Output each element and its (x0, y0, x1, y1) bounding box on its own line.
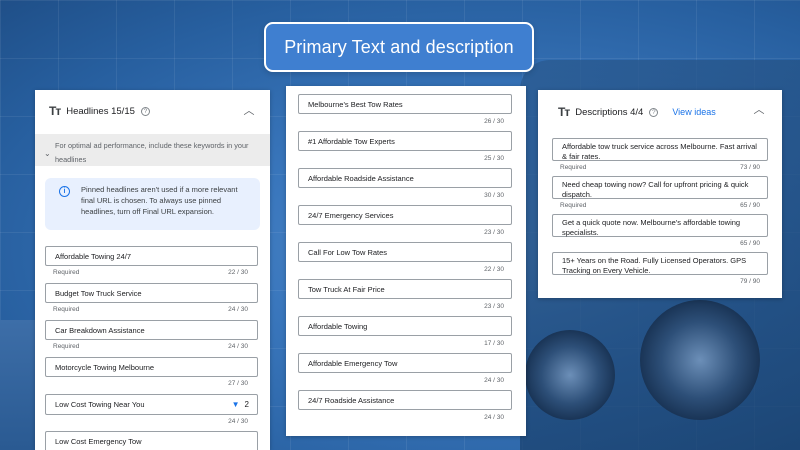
char-count: 73 / 90 (740, 164, 760, 171)
description-input[interactable]: Need cheap towing now? Call for upfront … (552, 176, 768, 199)
pin-control[interactable]: ▼ 2 (232, 395, 249, 414)
chevron-down-icon[interactable]: ⌄ (44, 147, 51, 161)
required-label: Required (560, 164, 587, 171)
description-input[interactable]: Get a quick quote now. Melbourne's affor… (552, 214, 768, 237)
description-input[interactable]: 15+ Years on the Road. Fully Licensed Op… (552, 252, 768, 275)
char-count: 17 / 30 (484, 340, 504, 347)
required-label: Required (53, 343, 80, 350)
text-format-icon: Tт (49, 104, 61, 118)
headline-input[interactable]: Budget Tow Truck Service (45, 283, 258, 303)
headline-input[interactable]: 24/7 Emergency Services (298, 205, 512, 225)
more-headlines-panel: Melbourne's Best Tow Rates 26 / 30 #1 Af… (286, 86, 526, 436)
help-icon[interactable]: ? (649, 107, 659, 117)
collapse-chevron-up-icon[interactable]: ︿ (242, 103, 256, 117)
keyword-hint-box[interactable]: ⌄ For optimal ad performance, include th… (35, 134, 270, 166)
char-count: 26 / 30 (484, 118, 504, 125)
char-count: 23 / 30 (484, 229, 504, 236)
headline-input[interactable]: Affordable Towing (298, 316, 512, 336)
required-label: Required (53, 306, 80, 313)
pin-icon[interactable]: ▼ (232, 400, 240, 409)
required-label: Required (560, 202, 587, 209)
char-count: 24 / 30 (484, 377, 504, 384)
char-count: 79 / 90 (740, 278, 760, 285)
char-count: 30 / 30 (484, 192, 504, 199)
char-count: 24 / 30 (228, 306, 248, 313)
headlines-panel: Tт Headlines 15/15 ? ︿ ⌄ For optimal ad … (35, 90, 270, 450)
page-title: Primary Text and description (264, 22, 534, 72)
truck-wheel (525, 330, 615, 420)
description-input[interactable]: Affordable tow truck service across Melb… (552, 138, 768, 161)
headline-input[interactable]: Affordable Towing 24/7 (45, 246, 258, 266)
headline-input[interactable]: #1 Affordable Tow Experts (298, 131, 512, 151)
descriptions-header: Tт Descriptions 4/4 ? View ideas (558, 105, 716, 119)
headline-input[interactable]: Affordable Emergency Tow (298, 353, 512, 373)
info-text: Pinned headlines aren't used if a more r… (81, 185, 238, 216)
headlines-title: Headlines 15/15 (66, 105, 135, 117)
collapse-chevron-up-icon[interactable]: ︿ (752, 102, 766, 116)
headline-input[interactable]: Low Cost Emergency Tow (45, 431, 258, 450)
headline-input[interactable]: 24/7 Roadside Assistance (298, 390, 512, 410)
info-banner: i Pinned headlines aren't used if a more… (45, 178, 260, 230)
required-label: Required (53, 269, 80, 276)
char-count: 23 / 30 (484, 303, 504, 310)
pin-position: 2 (244, 400, 249, 409)
char-count: 24 / 30 (228, 418, 248, 425)
headline-input[interactable]: Tow Truck At Fair Price (298, 279, 512, 299)
descriptions-title: Descriptions 4/4 (575, 106, 644, 118)
headline-input[interactable]: Melbourne's Best Tow Rates (298, 94, 512, 114)
headline-input[interactable]: Car Breakdown Assistance (45, 320, 258, 340)
headline-input[interactable]: Low Cost Towing Near You ▼ 2 (45, 394, 258, 415)
char-count: 25 / 30 (484, 155, 504, 162)
truck-wheel (640, 300, 760, 420)
char-count: 22 / 30 (484, 266, 504, 273)
keyword-hint-text: For optimal ad performance, include thes… (55, 141, 249, 164)
headlines-header: Tт Headlines 15/15 ? (49, 104, 150, 118)
descriptions-panel: Tт Descriptions 4/4 ? View ideas ︿ Affor… (538, 90, 782, 298)
info-icon: i (59, 186, 70, 197)
headline-input[interactable]: Call For Low Tow Rates (298, 242, 512, 262)
view-ideas-link[interactable]: View ideas (672, 107, 715, 117)
char-count: 24 / 30 (228, 343, 248, 350)
char-count: 27 / 30 (228, 380, 248, 387)
char-count: 24 / 30 (484, 414, 504, 421)
text-format-icon: Tт (558, 105, 570, 119)
char-count: 22 / 30 (228, 269, 248, 276)
headline-input[interactable]: Affordable Roadside Assistance (298, 168, 512, 188)
help-icon[interactable]: ? (140, 106, 150, 116)
char-count: 65 / 90 (740, 240, 760, 247)
headline-input[interactable]: Motorcycle Towing Melbourne (45, 357, 258, 377)
char-count: 65 / 90 (740, 202, 760, 209)
